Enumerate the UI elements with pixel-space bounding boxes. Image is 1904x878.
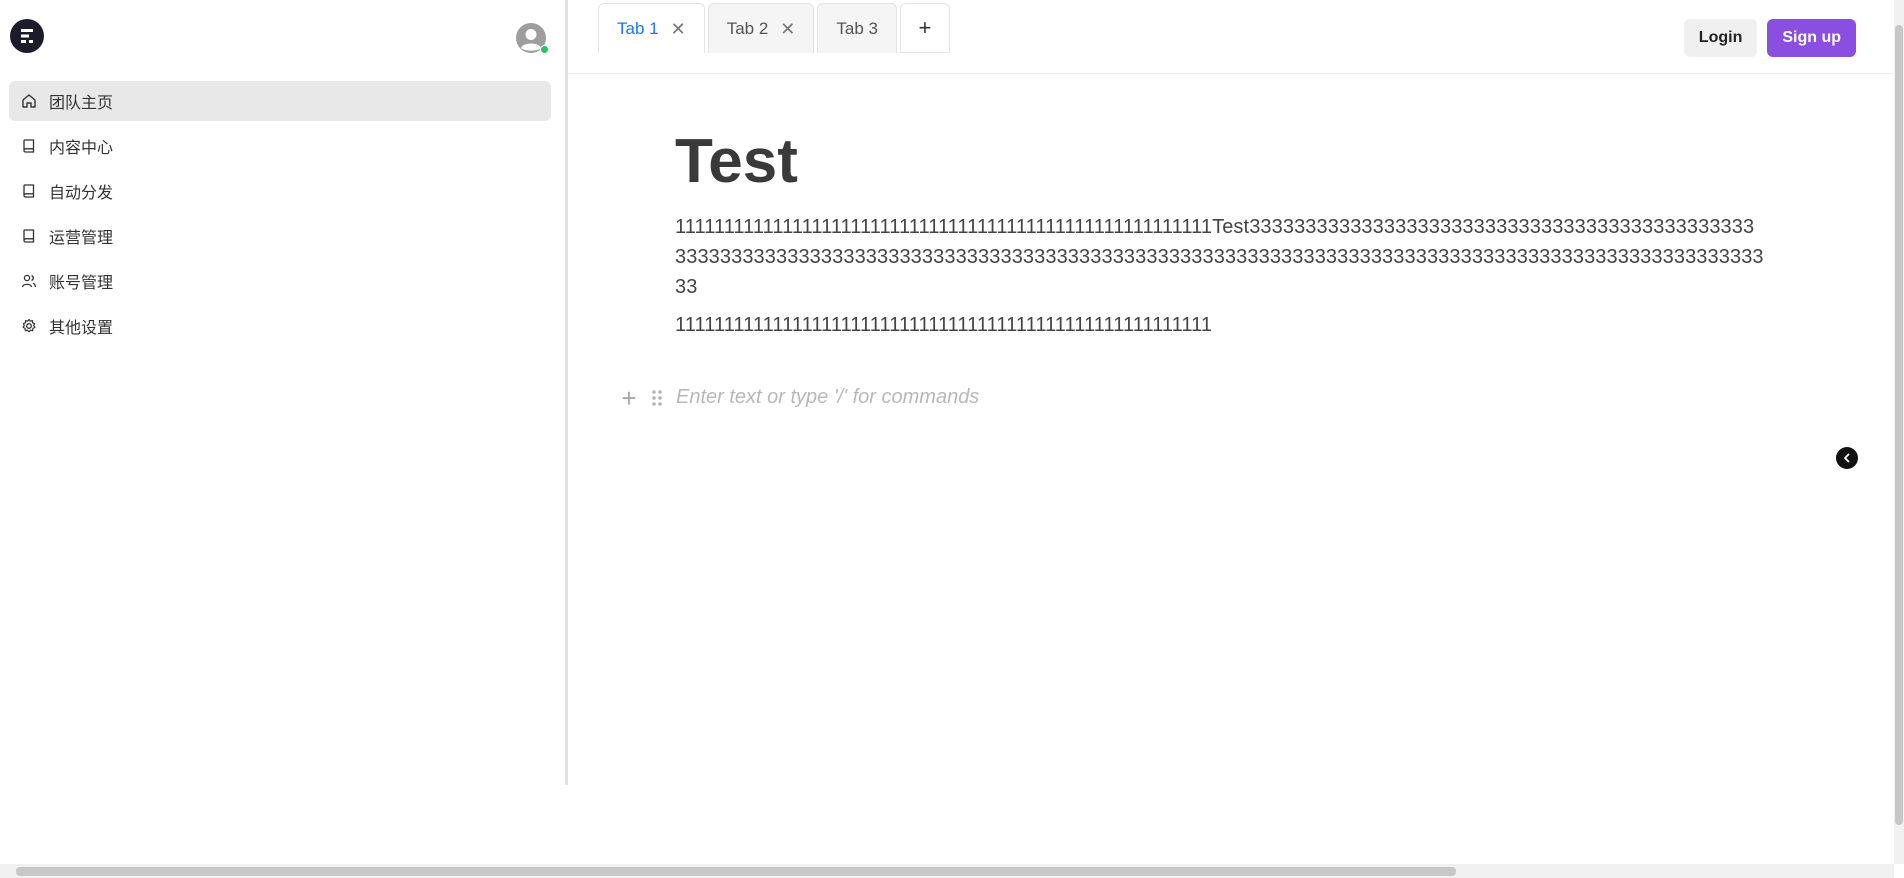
- login-button[interactable]: Login: [1683, 19, 1758, 57]
- sidebar-item-other-settings[interactable]: 其他设置: [9, 306, 551, 346]
- top-bar: Tab 1 ✕ Tab 2 ✕ Tab 3 + Login Sign up: [568, 0, 1894, 74]
- sidebar: 团队主页 内容中心 自动分发 运营管理 账号管理 其他设置: [0, 0, 568, 785]
- editor-placeholder: Enter text or type '/' for commands: [676, 386, 980, 408]
- paragraph-block[interactable]: 1111111111111111111111111111111111111111…: [675, 310, 1765, 340]
- add-tab-button[interactable]: +: [899, 3, 950, 53]
- plus-icon: +: [918, 15, 932, 40]
- book-icon: [21, 228, 37, 244]
- empty-block[interactable]: + Enter text or type '/' for commands: [618, 385, 980, 411]
- sidebar-item-label: 账号管理: [49, 275, 114, 292]
- tab-3[interactable]: Tab 3: [817, 3, 897, 53]
- document-title[interactable]: Test: [675, 126, 1765, 198]
- close-icon[interactable]: ✕: [671, 20, 686, 38]
- sidebar-item-operations[interactable]: 运营管理: [9, 216, 551, 256]
- sidebar-item-label: 自动分发: [49, 185, 114, 202]
- sidebar-item-accounts[interactable]: 账号管理: [9, 261, 551, 301]
- user-avatar[interactable]: [515, 22, 549, 54]
- vertical-scrollbar-thumb[interactable]: [1895, 25, 1903, 825]
- close-icon[interactable]: ✕: [780, 20, 795, 38]
- collapse-panel-button[interactable]: [1836, 447, 1858, 469]
- app-root: 团队主页 内容中心 自动分发 运营管理 账号管理 其他设置 Tab 1 ✕ Ta…: [0, 0, 1904, 878]
- sidebar-item-label: 团队主页: [49, 95, 114, 112]
- sidebar-item-team-home[interactable]: 团队主页: [9, 81, 551, 121]
- sidebar-item-label: 其他设置: [49, 320, 114, 337]
- book-icon: [21, 138, 37, 154]
- logo-icon: [21, 29, 33, 43]
- tab-1[interactable]: Tab 1 ✕: [598, 3, 705, 53]
- chevron-left-icon: [1844, 453, 1850, 463]
- tab-label: Tab 1: [617, 18, 659, 38]
- add-block-icon[interactable]: +: [618, 385, 640, 411]
- drag-handle-icon[interactable]: [650, 387, 664, 409]
- tab-bar: Tab 1 ✕ Tab 2 ✕ Tab 3 +: [598, 3, 950, 53]
- app-logo[interactable]: [10, 19, 44, 53]
- horizontal-scrollbar-thumb[interactable]: [16, 867, 1456, 876]
- sidebar-nav: 团队主页 内容中心 自动分发 运营管理 账号管理 其他设置: [9, 81, 551, 351]
- sidebar-item-label: 内容中心: [49, 140, 114, 157]
- home-icon: [21, 93, 37, 109]
- sidebar-item-label: 运营管理: [49, 230, 114, 247]
- tab-label: Tab 3: [836, 18, 878, 38]
- editor-content[interactable]: Test 11111111111111111111111111111111111…: [675, 126, 1765, 348]
- vertical-scrollbar[interactable]: [1894, 0, 1904, 864]
- tab-label: Tab 2: [726, 18, 769, 38]
- sidebar-item-auto-distribute[interactable]: 自动分发: [9, 171, 551, 211]
- paragraph-block[interactable]: 1111111111111111111111111111111111111111…: [675, 212, 1765, 302]
- book-icon: [21, 183, 37, 199]
- online-status-dot: [540, 45, 549, 54]
- sidebar-item-content-center[interactable]: 内容中心: [9, 126, 551, 166]
- auth-buttons: Login Sign up: [1683, 19, 1856, 57]
- users-icon: [21, 273, 37, 289]
- signup-button[interactable]: Sign up: [1767, 19, 1856, 57]
- tab-2[interactable]: Tab 2 ✕: [707, 3, 815, 53]
- horizontal-scrollbar[interactable]: [0, 864, 1894, 878]
- gear-icon: [21, 318, 37, 334]
